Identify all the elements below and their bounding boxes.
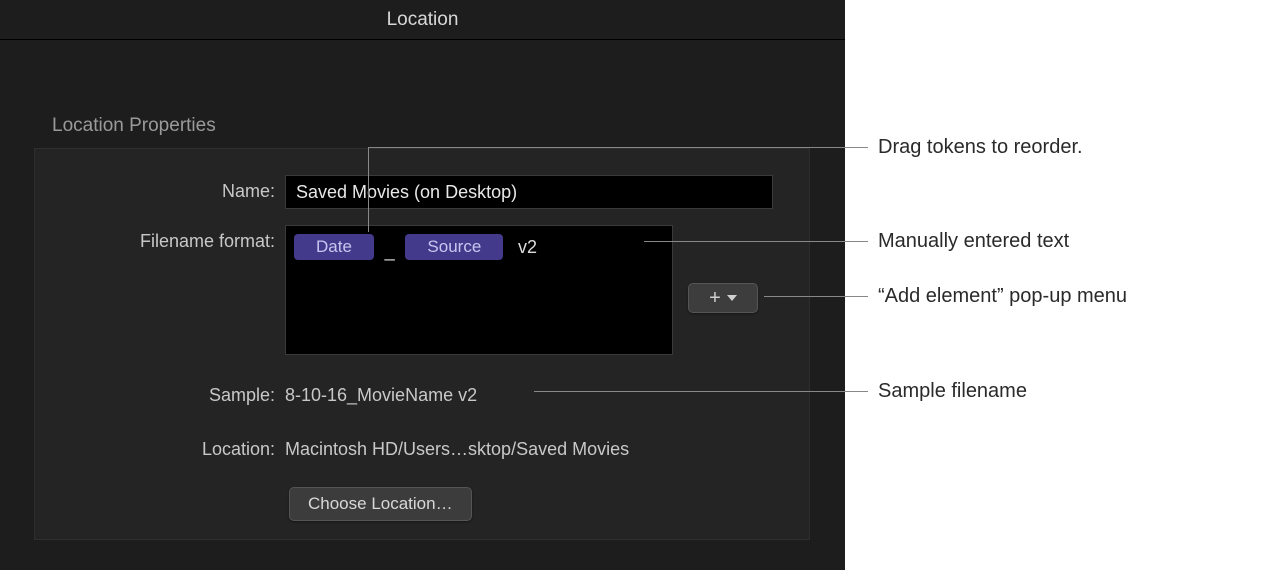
callout-reorder: Drag tokens to reorder. (878, 136, 1083, 159)
panel-header: Location (0, 0, 845, 40)
filename-format-field[interactable]: Date _ Source v2 (285, 225, 673, 355)
plus-icon: + (709, 288, 721, 308)
callout-connector (534, 391, 868, 392)
panel-title: Location (387, 9, 459, 31)
sample-value: 8-10-16_MovieName v2 (285, 379, 477, 406)
token-date[interactable]: Date (294, 234, 374, 260)
callout-connector (368, 147, 868, 148)
name-label: Name: (55, 175, 285, 202)
token-separator[interactable]: _ (385, 241, 395, 262)
name-input[interactable] (285, 175, 773, 209)
section-title: Location Properties (52, 115, 216, 137)
sample-label: Sample: (55, 379, 285, 406)
callout-connector (368, 147, 369, 232)
location-value: Macintosh HD/Users…sktop/Saved Movies (285, 433, 629, 460)
callout-sample: Sample filename (878, 380, 1027, 403)
choose-location-button[interactable]: Choose Location… (289, 487, 472, 521)
callout-manual: Manually entered text (878, 230, 1069, 253)
manual-text[interactable]: v2 (518, 237, 537, 258)
location-panel: Location Location Properties Name: Filen… (0, 0, 845, 570)
token-source[interactable]: Source (405, 234, 503, 260)
callout-connector (764, 296, 868, 297)
add-element-button[interactable]: + (688, 283, 758, 313)
properties-box: Name: Filename format: Date _ Source v2 … (34, 148, 810, 540)
location-label: Location: (55, 433, 285, 460)
callout-add-menu: “Add element” pop-up menu (878, 285, 1127, 308)
chevron-down-icon (727, 295, 737, 301)
filename-format-label: Filename format: (55, 225, 285, 252)
callout-connector (644, 241, 868, 242)
